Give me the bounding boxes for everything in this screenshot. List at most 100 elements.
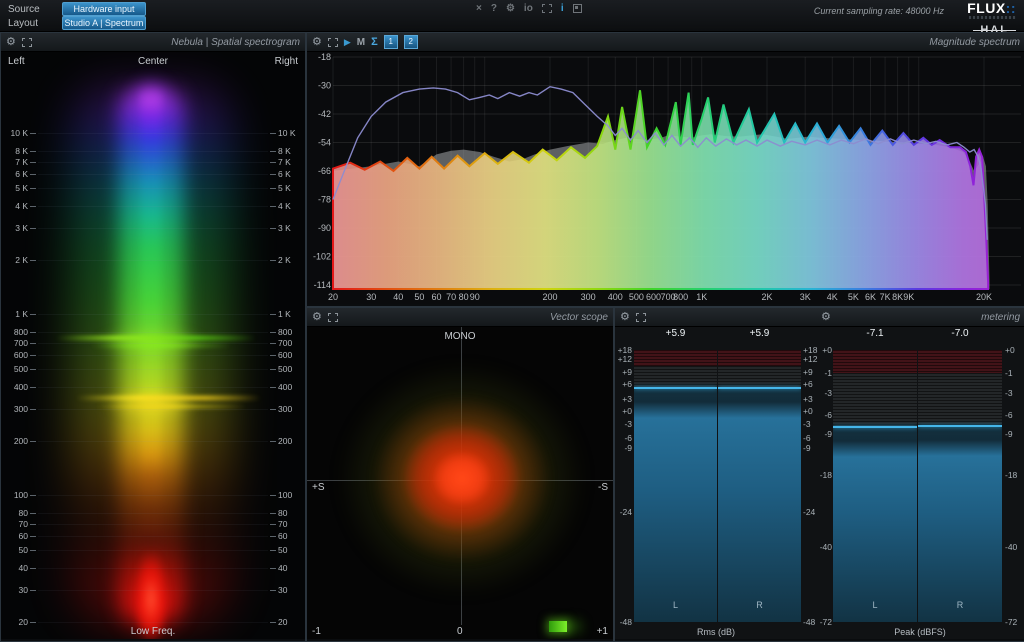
mono-label: MONO [307, 331, 613, 342]
meter-scale-label: -24 [615, 507, 632, 517]
freq-tick-label: 3K [800, 292, 811, 302]
nebula-green-blob [96, 331, 206, 353]
freq-tick-label: 500 [629, 292, 644, 302]
channel-label: R [718, 600, 801, 610]
meter-scale-label: +6 [803, 379, 817, 389]
spectrum-title: Magnitude spectrum [929, 37, 1020, 48]
meter-scale-label: +0 [615, 406, 632, 416]
meter-scale-label: +12 [803, 354, 817, 364]
meter-grey-zone [718, 366, 801, 388]
spectrum-header: ⚙ ▶ M Σ 1 2 Magnitude spectrum [307, 33, 1024, 52]
meter-scale-label: -3 [803, 419, 817, 429]
magnitude-spectrum-panel: ⚙ ▶ M Σ 1 2 Magnitude spectrum -18-30-42… [306, 32, 1024, 307]
freq-tick-label: 9K [903, 292, 914, 302]
freq-tick-label: 80 [459, 292, 469, 302]
meter-bar[interactable]: R [918, 350, 1002, 622]
play-icon[interactable]: ▶ [344, 37, 351, 48]
meter-scale-label: -9 [803, 443, 817, 453]
window-icon[interactable] [573, 4, 582, 13]
meter-value: -7.0 [918, 328, 1002, 339]
meter-value: +5.9 [634, 328, 717, 339]
level-meters[interactable]: +18+12+9+6+3+0-3-6-9-24-48+18+12+9+6+3+0… [615, 327, 1024, 639]
nebula-yellow-blob [106, 390, 196, 416]
channel-label: L [634, 600, 717, 610]
metering-header: ⚙ ⚙ metering [615, 308, 1024, 327]
info-icon[interactable]: i [561, 3, 564, 14]
max-hold-icon[interactable]: M [357, 37, 365, 48]
correlation-indicator [549, 621, 567, 632]
expand-icon[interactable] [328, 313, 338, 322]
meter-scale-label: +6 [615, 379, 632, 389]
vector-scope-panel: ⚙ Vector scope MONO +S -S -1 0 +1 [306, 307, 614, 642]
meter-scale-label: +3 [803, 394, 817, 404]
source-label: Source [8, 4, 40, 15]
channel-label: R [918, 600, 1002, 610]
freq-tick-label: 30 [366, 292, 376, 302]
sum-icon[interactable]: Σ [371, 36, 378, 48]
meter-scale-label: -6 [803, 433, 817, 443]
spectrum-plot[interactable]: -18-30-42-54-66-78-90-102-11420304050607… [307, 52, 1024, 304]
freq-tick-label: 300 [581, 292, 596, 302]
meter-scale-label: +0 [803, 406, 817, 416]
db-tick-label: -66 [318, 166, 331, 176]
freq-tick-label: 70 [446, 292, 456, 302]
peak-gear-icon[interactable]: ⚙ [821, 312, 831, 323]
meter-scale-label: -1 [818, 368, 832, 378]
help-icon[interactable]: ? [491, 3, 497, 14]
meter-scale-label: +0 [818, 345, 832, 355]
meter-red-zone [833, 350, 917, 373]
meter-bar[interactable]: L [833, 350, 917, 622]
gear-icon[interactable]: ⚙ [6, 37, 16, 48]
meter-scale-label: -3 [615, 419, 632, 429]
source-selector[interactable]: Hardware input [62, 2, 146, 16]
corr-zero-label: 0 [457, 626, 463, 637]
meter-value-line [833, 426, 917, 428]
flux-logo-text: FLUX [967, 0, 1006, 16]
meter-scale-label: -72 [1005, 617, 1022, 627]
settings-icon[interactable]: ⚙ [506, 3, 515, 14]
nebula-display[interactable] [1, 52, 305, 639]
gear-icon[interactable]: ⚙ [620, 312, 630, 323]
vector-title: Vector scope [550, 312, 608, 323]
meter-scale-label: -72 [818, 617, 832, 627]
meter-scale-label: -18 [1005, 470, 1022, 480]
plus-s-label: +S [312, 482, 325, 493]
meter-scale-label: -6 [615, 433, 632, 443]
vector-scope-display[interactable]: MONO +S -S -1 0 +1 [307, 327, 613, 639]
gear-icon[interactable]: ⚙ [312, 37, 322, 48]
meter-scale-label: -48 [615, 617, 632, 627]
expand-icon[interactable] [636, 313, 646, 322]
db-tick-label: -90 [318, 223, 331, 233]
freq-tick-label: 20 [328, 292, 338, 302]
meter-bar[interactable]: R [718, 350, 801, 622]
nebula-red-hotspot [134, 552, 168, 639]
expand-icon[interactable] [328, 38, 338, 47]
freq-tick-label: 5K [848, 292, 859, 302]
freq-tick-label: 60 [431, 292, 441, 302]
db-tick-label: -78 [318, 195, 331, 205]
fullscreen-icon[interactable] [542, 4, 552, 13]
gear-icon[interactable]: ⚙ [312, 312, 322, 323]
flux-tagline-strip [969, 16, 1016, 19]
freq-tick-label: 8K [892, 292, 903, 302]
db-tick-label: -102 [313, 252, 331, 262]
channel-2-button[interactable]: 2 [404, 35, 418, 49]
freq-tick-label: 90 [470, 292, 480, 302]
freq-tick-label: 400 [608, 292, 623, 302]
meter-grey-zone [634, 366, 717, 388]
rainbow-spectrum-area [333, 90, 988, 289]
close-icon[interactable]: × [476, 3, 482, 14]
layout-selector[interactable]: Studio A | Spectrum [62, 16, 146, 30]
channel-1-button[interactable]: 1 [384, 35, 398, 49]
meter-bar[interactable]: L [634, 350, 717, 622]
meter-fill [718, 388, 801, 622]
minus-s-label: -S [598, 482, 608, 493]
io-icon[interactable]: io [524, 3, 533, 14]
expand-icon[interactable] [22, 38, 32, 47]
meter-fill [634, 388, 717, 622]
meter-grey-zone [833, 373, 917, 427]
db-tick-label: -30 [318, 81, 331, 91]
freq-tick-label: 2K [761, 292, 772, 302]
meter-scale-label: +9 [803, 367, 817, 377]
freq-tick-label: 50 [414, 292, 424, 302]
